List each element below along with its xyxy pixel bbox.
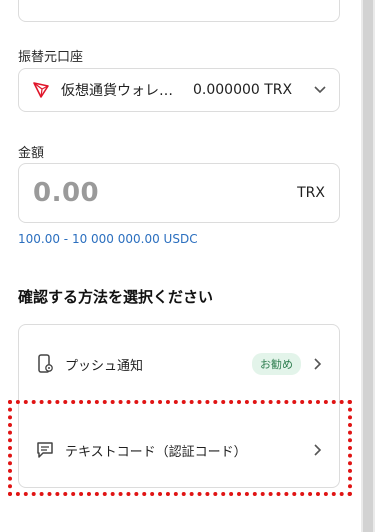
recommended-badge: お勧め xyxy=(252,353,301,375)
method-text-code[interactable]: テキストコード（認証コード） xyxy=(19,424,339,476)
tron-icon xyxy=(31,80,51,100)
verification-methods-card: プッシュ通知 お勧め テキストコード（認証コード） xyxy=(18,324,340,488)
amount-label: 金額 xyxy=(18,146,45,161)
amount-input[interactable]: 0.00 TRX xyxy=(18,163,340,223)
verification-title: 確認する方法を選択ください xyxy=(18,288,214,306)
phone-gear-icon xyxy=(35,354,55,374)
method-text-code-label: テキストコード（認証コード） xyxy=(65,444,247,460)
scrollbar-track[interactable] xyxy=(361,0,375,532)
chevron-right-icon xyxy=(313,357,323,371)
amount-unit: TRX xyxy=(297,185,325,201)
source-account-select[interactable]: 仮想通貨ウォレット 0.000000 TRX xyxy=(18,68,340,112)
method-push-notification[interactable]: プッシュ通知 お勧め xyxy=(19,338,339,390)
scrollbar-thumb[interactable] xyxy=(363,0,373,532)
source-account-balance: 0.000000 TRX xyxy=(193,82,293,98)
amount-range-hint: 100.00 - 10 000 000.00 USDC xyxy=(18,232,198,246)
source-account-name: 仮想通貨ウォレット xyxy=(61,83,183,99)
amount-value[interactable]: 0.00 xyxy=(33,178,297,208)
previous-field-card xyxy=(18,0,340,22)
message-icon xyxy=(35,440,55,460)
chevron-down-icon xyxy=(313,83,327,97)
method-push-label: プッシュ通知 xyxy=(65,358,144,374)
source-account-label: 振替元口座 xyxy=(18,50,84,65)
chevron-right-icon xyxy=(313,443,323,457)
